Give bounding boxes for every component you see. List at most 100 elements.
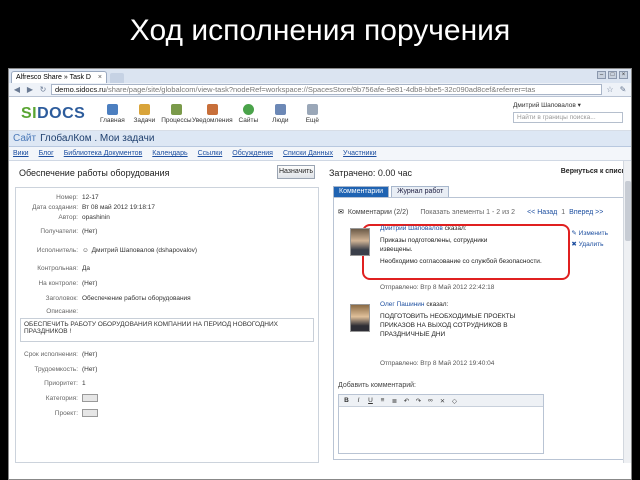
field-deadline: Срок исполнения: (Нет) — [24, 350, 98, 358]
unlink-icon[interactable]: ⨯ — [438, 397, 447, 405]
site-nav-doclib[interactable]: Библиотека Документов — [64, 150, 143, 157]
menu-sites[interactable]: Сайты — [235, 103, 261, 124]
field-category: Категория: — [16, 390, 318, 406]
task-panel: Обеспечение работы оборудования Назначит… — [9, 161, 319, 463]
site-title-bar: Сайт ГлобалКом . Мои задачи — [9, 131, 631, 147]
browser-tabbar: Alfresco Share » Task D × – □ × — [9, 69, 631, 83]
people-icon — [274, 103, 286, 115]
scrollbar[interactable] — [623, 161, 631, 463]
comment-author[interactable]: Дмитрий Шаповалов — [380, 225, 443, 232]
underline-icon[interactable]: U — [366, 397, 375, 404]
description-text: ОБЕСПЕЧИТЬ РАБОТУ ОБОРУДОВАНИЯ КОМПАНИИ … — [20, 318, 314, 342]
time-spent: Затрачено: 0.00 час — [329, 168, 413, 178]
back-to-list-link[interactable]: Вернуться к списку — [561, 168, 629, 175]
sidocs-logo[interactable]: SIDOCS — [21, 105, 85, 123]
comments-title: Комментарии (2/2) — [347, 208, 409, 216]
maximize-icon[interactable]: □ — [608, 71, 617, 79]
undo-icon[interactable]: ↶ — [402, 397, 411, 405]
user-menu[interactable]: Дмитрий Шаповалов ▾ — [513, 101, 623, 109]
edit-icon: ✎ — [571, 230, 577, 237]
next-page-link[interactable]: Вперед >> — [569, 209, 603, 216]
comment-sent: Отправлено: Втр 8 Май 2012 19:40:04 — [380, 360, 495, 367]
comments-panel: Затрачено: 0.00 час Вернуться к списку К… — [327, 161, 631, 463]
menu-people[interactable]: Люди — [267, 103, 293, 124]
forward-arrow-icon[interactable]: ▶ — [25, 85, 35, 95]
category-select[interactable] — [82, 394, 98, 402]
field-author: Автор: opashinin — [58, 213, 110, 221]
paging-info: Показать элементы 1 - 2 из 2 — [420, 208, 516, 216]
close-window-icon[interactable]: × — [619, 71, 628, 79]
comments-icon: ✉ — [338, 209, 344, 216]
site-nav-calendar[interactable]: Календарь — [152, 150, 187, 157]
field-project: Проект: — [16, 406, 318, 420]
minimize-icon[interactable]: – — [597, 71, 606, 79]
field-recipients: Получатели: (Нет) — [40, 227, 98, 235]
app-header: SIDOCS Главная Задачи Процессы Уведомлен… — [9, 97, 631, 131]
prev-page-link[interactable]: << Назад — [527, 209, 557, 216]
italic-icon[interactable]: I — [354, 397, 363, 404]
field-executor: Исполнитель: ☺ Дмитрий Шаповалов (dshapova… — [36, 246, 198, 254]
comment-item: Дмитрий Шаповалов сказал: Приказы подгот… — [338, 224, 626, 298]
star-icon[interactable]: ☆ — [605, 85, 615, 95]
site-nav-members[interactable]: Участники — [343, 150, 376, 157]
source-icon[interactable]: ◇ — [450, 397, 459, 405]
comment-author[interactable]: Олег Пашинин — [380, 301, 425, 308]
editor-toolbar: B I U ≡ ≣ ↶ ↷ ∞ ⨯ ◇ — [339, 395, 543, 407]
new-tab-button[interactable] — [110, 73, 124, 83]
site-nav-blog[interactable]: Блог — [39, 150, 54, 157]
avatar — [350, 228, 370, 256]
menu-home[interactable]: Главная — [99, 103, 125, 124]
url-path: /share/page/site/globalcom/view-task?nod… — [105, 85, 536, 94]
close-tab-icon[interactable]: × — [98, 74, 102, 81]
wrench-icon[interactable]: ✎ — [618, 85, 628, 95]
comment-item: Олег Пашинин сказал: ПОДГОТОВИТЬ НЕОБХОД… — [338, 300, 626, 374]
delete-comment-link[interactable]: ✖ Удалить — [571, 239, 608, 250]
user-box: Дмитрий Шаповалов ▾ Найти в границы поис… — [513, 101, 623, 123]
field-created: Дата создания: Вт 08 май 2012 19:18:17 — [32, 203, 156, 211]
task-header: Обеспечение работы оборудования Назначит… — [9, 161, 319, 185]
site-nav-links[interactable]: Ссылки — [198, 150, 223, 157]
edit-comment-link[interactable]: ✎ Изменить — [571, 228, 608, 239]
scrollbar-thumb[interactable] — [625, 181, 631, 241]
main-area: Обеспечение работы оборудования Назначит… — [9, 161, 631, 463]
field-number: Номер: 12-17 — [56, 193, 99, 201]
more-icon — [306, 103, 318, 115]
back-arrow-icon[interactable]: ◀ — [12, 85, 22, 95]
comment-editor[interactable]: B I U ≡ ≣ ↶ ↷ ∞ ⨯ ◇ — [338, 394, 544, 454]
field-priority: Приоритет: 1 — [44, 379, 86, 387]
site-nav-wiki[interactable]: Вики — [13, 150, 29, 157]
slide-title: Ход исполнения поручения — [129, 14, 511, 47]
url-field[interactable]: demo.sidocs.ru/share/page/site/globalcom… — [51, 84, 602, 95]
bullet-list-icon[interactable]: ≡ — [378, 397, 387, 404]
comment-body: Олег Пашинин сказал: ПОДГОТОВИТЬ НЕОБХОД… — [380, 301, 516, 338]
menu-notifications[interactable]: Уведомления — [192, 103, 233, 124]
menu-more[interactable]: Ещё — [299, 103, 325, 124]
site-nav-datalists[interactable]: Списки Данных — [283, 150, 333, 157]
bold-icon[interactable]: B — [342, 397, 351, 404]
field-heading: Заголовок: Обеспечение работы оборудовани… — [45, 294, 191, 302]
browser-tab[interactable]: Alfresco Share » Task D × — [11, 71, 107, 83]
main-menu: Главная Задачи Процессы Уведомления Сайт… — [99, 103, 325, 124]
site-name: ГлобалКом . Мои задачи — [40, 133, 155, 144]
numbered-list-icon[interactable]: ≣ — [390, 397, 399, 405]
search-input[interactable]: Найти в границы поиска... — [513, 112, 623, 123]
link-icon[interactable]: ∞ — [426, 397, 435, 404]
assign-button[interactable]: Назначить — [277, 165, 315, 179]
menu-tasks[interactable]: Задачи — [131, 103, 157, 124]
redo-icon[interactable]: ↷ — [414, 397, 423, 405]
reload-icon[interactable]: ↻ — [38, 85, 48, 95]
tab-title: Alfresco Share » Task D — [16, 74, 91, 81]
field-effort: Трудоемкость: (Нет) — [34, 365, 98, 373]
time-spent-bar: Затрачено: 0.00 час Вернуться к списку — [327, 161, 631, 185]
current-page: 1 — [561, 208, 566, 216]
project-select[interactable] — [82, 409, 98, 417]
site-navigation: Вики Блог Библиотека Документов Календар… — [9, 147, 631, 161]
field-on-control: На контроле: (Нет) — [38, 279, 98, 287]
processes-icon — [170, 103, 182, 115]
task-title: Обеспечение работы оборудования — [19, 168, 170, 178]
site-nav-discussions[interactable]: Обсуждения — [232, 150, 273, 157]
avatar — [350, 304, 370, 332]
user-icon: ☺ — [82, 246, 89, 254]
browser-window: Alfresco Share » Task D × – □ × ◀ ▶ ↻ de… — [8, 68, 632, 480]
menu-processes[interactable]: Процессы — [161, 103, 192, 124]
